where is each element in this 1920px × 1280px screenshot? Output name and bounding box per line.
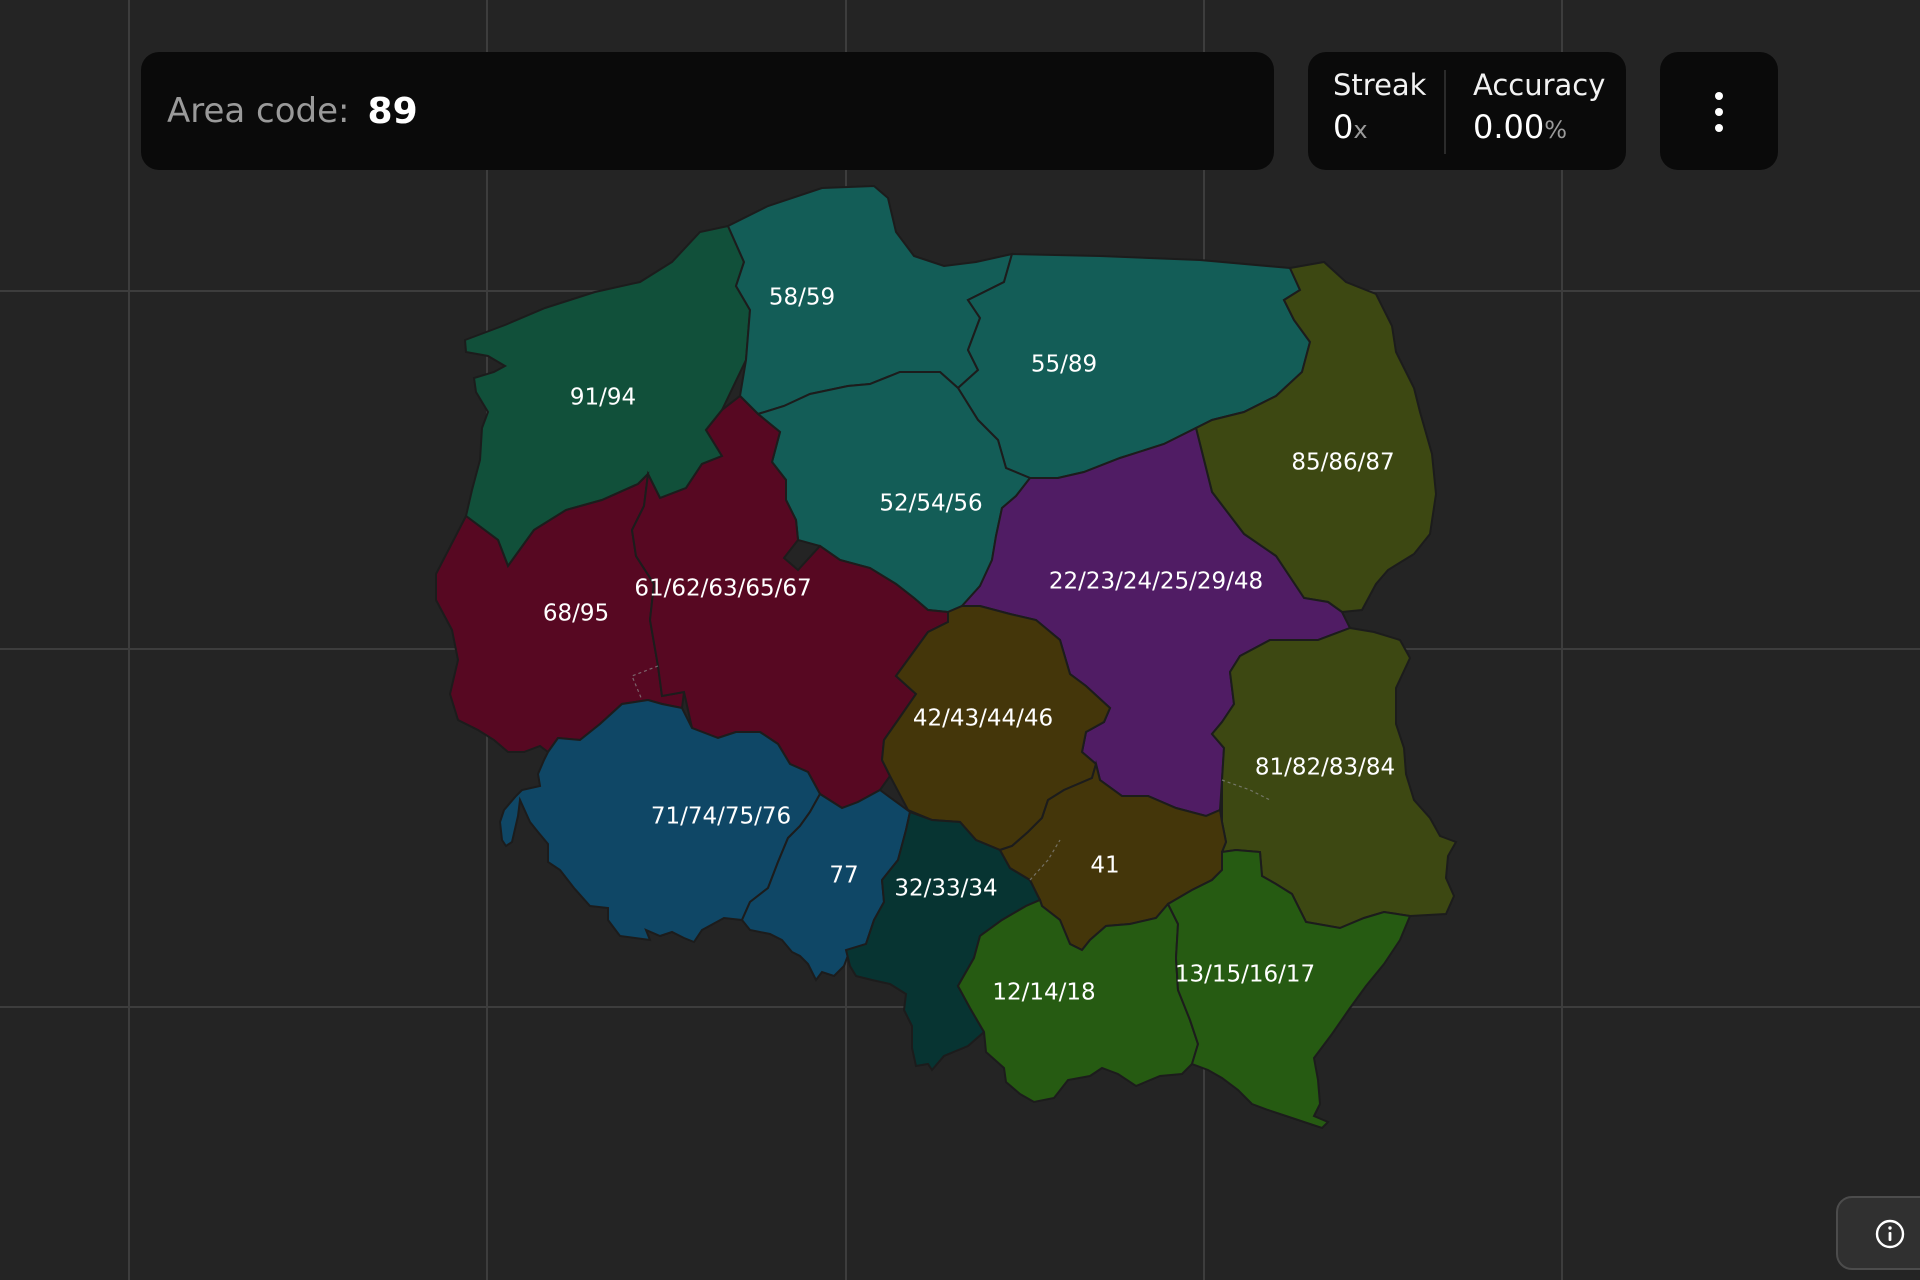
- area-code-panel: Area code: 89: [141, 52, 1274, 170]
- region-label: 41: [1090, 853, 1119, 879]
- accuracy-unit: %: [1544, 116, 1568, 144]
- region-label: 68/95: [543, 601, 609, 627]
- poland-map: 91/94 58/59 55/89 52/54/56 85/86/87 22/2…: [435, 184, 1458, 1130]
- region-label: 61/62/63/65/67: [634, 576, 811, 602]
- region-label: 52/54/56: [879, 491, 982, 517]
- region-label: 81/82/83/84: [1255, 755, 1395, 781]
- stats-panel: Streak 0x Accuracy 0.00%: [1308, 52, 1626, 170]
- region-label: 85/86/87: [1291, 450, 1394, 476]
- accuracy-label: Accuracy: [1473, 68, 1606, 102]
- region-label: 13/15/16/17: [1175, 962, 1315, 988]
- info-icon: [1875, 1219, 1905, 1249]
- region-label: 32/33/34: [894, 876, 997, 902]
- accuracy-stat: Accuracy 0.00%: [1473, 68, 1605, 146]
- streak-label: Streak: [1333, 68, 1427, 102]
- streak-value-row: 0x: [1333, 108, 1426, 146]
- streak-unit: x: [1353, 116, 1368, 144]
- region-label: 42/43/44/46: [913, 706, 1053, 732]
- accuracy-value: 0.00: [1473, 108, 1545, 146]
- region-label: 71/74/75/76: [651, 804, 791, 830]
- stats-divider: [1444, 70, 1446, 154]
- region-label: 55/89: [1031, 352, 1097, 378]
- menu-button[interactable]: [1660, 52, 1778, 170]
- region-label: 77: [829, 863, 858, 889]
- streak-stat: Streak 0x: [1333, 68, 1426, 146]
- area-code-value: 89: [367, 90, 418, 132]
- region-label: 91/94: [570, 385, 636, 411]
- streak-value: 0: [1333, 108, 1354, 146]
- region-label: 58/59: [769, 285, 835, 311]
- area-code-label: Area code:: [167, 91, 350, 131]
- region-label: 12/14/18: [992, 980, 1095, 1006]
- region-label: 22/23/24/25/29/48: [1049, 569, 1263, 595]
- accuracy-value-row: 0.00%: [1473, 108, 1605, 146]
- info-button[interactable]: [1836, 1196, 1920, 1270]
